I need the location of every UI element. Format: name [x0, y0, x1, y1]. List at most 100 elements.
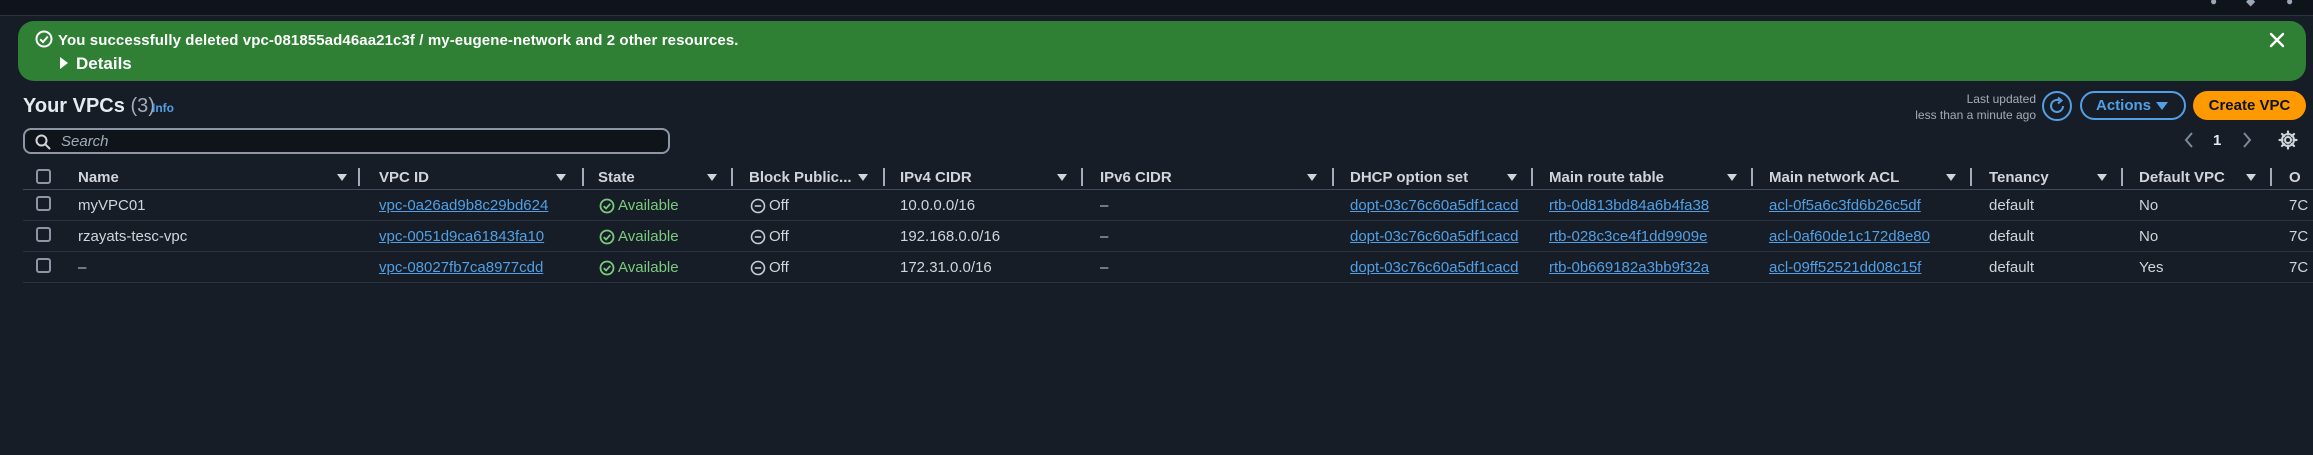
cell-ipv4-cidr: 10.0.0.0/16: [900, 197, 976, 214]
column-header-main-route-table[interactable]: Main route table: [1549, 169, 1664, 186]
cell-network-acl-link[interactable]: acl-09ff52521dd08c15f: [1769, 259, 1921, 276]
success-check-icon: [599, 198, 615, 214]
page-title: Your VPCs (3): [23, 95, 155, 118]
column-header-vpc-id[interactable]: VPC ID: [379, 169, 429, 186]
actions-button[interactable]: Actions: [2080, 91, 2186, 120]
cell-route-table-link[interactable]: rtb-0b669182a3bb9f32a: [1549, 259, 1709, 276]
sort-caret-icon[interactable]: [707, 174, 717, 181]
next-page-icon[interactable]: [2240, 130, 2254, 150]
column-header-default-vpc[interactable]: Default VPC: [2139, 169, 2225, 186]
sort-caret-icon[interactable]: [337, 174, 347, 181]
settings-icon[interactable]: ◆: [2246, 0, 2255, 8]
success-check-icon: [599, 229, 615, 245]
gear-icon[interactable]: [2278, 130, 2298, 150]
search-box[interactable]: [23, 128, 670, 154]
column-divider[interactable]: [731, 168, 733, 186]
top-nav-strip: ● ◆ ●: [0, 0, 2313, 16]
last-updated-label: Last updated: [1966, 92, 2036, 106]
cell-block-public: Off: [769, 228, 789, 245]
cell-tenancy: default: [1989, 228, 2035, 245]
column-divider[interactable]: [2121, 168, 2123, 186]
cell-network-acl-link[interactable]: acl-0af60de1c172d8e80: [1769, 228, 1930, 245]
cell-route-table-link[interactable]: rtb-028c3ce4f1dd9909e: [1549, 228, 1707, 245]
column-divider[interactable]: [1081, 168, 1083, 186]
last-updated: Last updated less than a minute ago: [1915, 91, 2036, 123]
sort-caret-icon[interactable]: [1727, 174, 1737, 181]
sort-caret-icon[interactable]: [556, 174, 566, 181]
cell-name: myVPC01: [78, 197, 146, 214]
column-header-ipv4-cidr[interactable]: IPv4 CIDR: [900, 169, 972, 186]
row-checkbox[interactable]: [36, 196, 51, 211]
success-check-icon: [599, 260, 615, 276]
cell-default-vpc: Yes: [2139, 259, 2164, 276]
column-divider[interactable]: [1970, 168, 1972, 186]
caret-down-icon: [2156, 102, 2168, 110]
cell-ipv6-cidr: –: [1100, 228, 1109, 245]
cell-tenancy: default: [1989, 259, 2035, 276]
cell-default-vpc: No: [2139, 228, 2159, 245]
cell-dhcp-link[interactable]: dopt-03c76c60a5df1cacd: [1350, 228, 1518, 245]
cell-vpc-id-link[interactable]: vpc-0051d9ca61843fa10: [379, 228, 544, 245]
details-toggle[interactable]: Details: [76, 54, 132, 74]
cell-route-table-link[interactable]: rtb-0d813bd84a6b4fa38: [1549, 197, 1709, 214]
table-row[interactable]: – vpc-08027fb7ca8977cdd Available Off 17…: [23, 252, 2313, 283]
cell-owner: 7C: [2289, 197, 2309, 214]
column-divider[interactable]: [358, 168, 360, 186]
table-row[interactable]: rzayats-tesc-vpc vpc-0051d9ca61843fa10 A…: [23, 221, 2313, 252]
column-divider[interactable]: [1531, 168, 1533, 186]
off-status-icon: [750, 198, 766, 214]
column-divider[interactable]: [883, 168, 885, 186]
table-row[interactable]: myVPC01 vpc-0a26ad9b8c29bd624 Available …: [23, 190, 2313, 221]
cell-network-acl-link[interactable]: acl-0f5a6c3fd6b26c5df: [1769, 197, 1921, 214]
cell-ipv4-cidr: 172.31.0.0/16: [900, 259, 992, 276]
cell-ipv4-cidr: 192.168.0.0/16: [900, 228, 1001, 245]
column-divider[interactable]: [1332, 168, 1334, 186]
sort-caret-icon[interactable]: [2097, 174, 2107, 181]
column-header-ipv6-cidr[interactable]: IPv6 CIDR: [1100, 169, 1172, 186]
cell-default-vpc: No: [2139, 197, 2159, 214]
row-checkbox[interactable]: [36, 227, 51, 242]
row-checkbox[interactable]: [36, 258, 51, 273]
select-all-checkbox[interactable]: [36, 169, 51, 184]
notification-icon[interactable]: ●: [2210, 0, 2217, 8]
last-updated-value: less than a minute ago: [1915, 108, 2036, 122]
expand-caret-icon[interactable]: [60, 57, 68, 69]
sort-caret-icon[interactable]: [1307, 174, 1317, 181]
column-header-name[interactable]: Name: [78, 169, 119, 186]
column-divider[interactable]: [582, 168, 584, 186]
current-page[interactable]: 1: [2213, 132, 2221, 149]
column-divider[interactable]: [2270, 168, 2272, 186]
sort-caret-icon[interactable]: [858, 174, 868, 181]
vpc-table: Name VPC ID State Block Public... IPv4 C…: [23, 164, 2313, 283]
sort-caret-icon[interactable]: [1946, 174, 1956, 181]
off-status-icon: [750, 229, 766, 245]
cell-vpc-id-link[interactable]: vpc-08027fb7ca8977cdd: [379, 259, 543, 276]
close-icon[interactable]: [2266, 29, 2288, 51]
column-header-state[interactable]: State: [598, 169, 635, 186]
column-header-dhcp-option-set[interactable]: DHCP option set: [1350, 169, 1468, 186]
column-divider[interactable]: [1751, 168, 1753, 186]
cell-owner: 7C: [2289, 259, 2309, 276]
sort-caret-icon[interactable]: [1507, 174, 1517, 181]
search-input[interactable]: [59, 131, 659, 151]
column-header-main-network-acl[interactable]: Main network ACL: [1769, 169, 1899, 186]
previous-page-icon[interactable]: [2182, 130, 2196, 150]
column-header-owner[interactable]: O: [2289, 169, 2301, 186]
cell-dhcp-link[interactable]: dopt-03c76c60a5df1cacd: [1350, 259, 1518, 276]
sort-caret-icon[interactable]: [2246, 174, 2256, 181]
cell-block-public: Off: [769, 259, 789, 276]
cell-state: Available: [618, 197, 679, 214]
column-header-tenancy[interactable]: Tenancy: [1989, 169, 2049, 186]
cell-vpc-id-link[interactable]: vpc-0a26ad9b8c29bd624: [379, 197, 548, 214]
column-header-block-public[interactable]: Block Public...: [749, 169, 852, 186]
account-icon[interactable]: ●: [2286, 0, 2293, 8]
cell-ipv6-cidr: –: [1100, 259, 1109, 276]
info-link[interactable]: Info: [152, 101, 174, 115]
search-icon: [35, 134, 51, 150]
refresh-button[interactable]: [2042, 91, 2072, 121]
create-vpc-button[interactable]: Create VPC: [2193, 91, 2306, 120]
cell-dhcp-link[interactable]: dopt-03c76c60a5df1cacd: [1350, 197, 1518, 214]
success-check-icon: [35, 30, 53, 48]
sort-caret-icon[interactable]: [1057, 174, 1067, 181]
table-header: Name VPC ID State Block Public... IPv4 C…: [23, 164, 2313, 190]
